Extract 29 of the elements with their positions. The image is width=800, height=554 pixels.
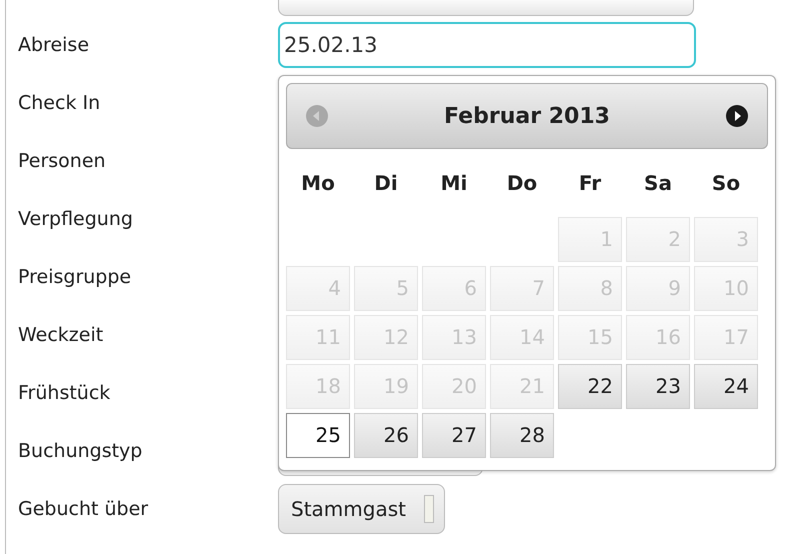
field-label: Frühstück — [17, 380, 112, 406]
calendar-day[interactable]: 23 — [626, 364, 690, 409]
field-label: Gebucht über — [17, 496, 150, 522]
calendar-day[interactable]: 25 — [286, 413, 350, 458]
weekday-label: So — [710, 170, 742, 197]
field-label: Verpflegung — [17, 206, 134, 232]
field-label: Buchungstyp — [17, 438, 144, 464]
weekday-label: Do — [506, 170, 538, 197]
weekday-label: Mi — [440, 170, 468, 197]
calendar-day[interactable]: 24 — [694, 364, 758, 409]
date-field[interactable] — [278, 0, 694, 16]
date-field[interactable]: 25.02.13 — [278, 22, 696, 68]
calendar-day[interactable]: 26 — [354, 413, 418, 458]
field-label: Preisgruppe — [17, 264, 132, 290]
field-label: Abreise — [17, 32, 90, 58]
weekday-label: Sa — [643, 170, 673, 197]
month-title: Februar 2013 — [444, 102, 610, 130]
calendar-day[interactable]: 22 — [558, 364, 622, 409]
weekday-label: Fr — [578, 170, 602, 197]
field-label: Personen — [17, 148, 107, 174]
field-label: Weckzeit — [17, 322, 104, 348]
field-label: Check In — [17, 90, 102, 116]
calendar-day[interactable]: 28 — [490, 413, 554, 458]
dropdown-handle-icon — [424, 495, 434, 523]
weekday-label: Mo — [300, 170, 336, 197]
weekday-label: Di — [373, 170, 399, 197]
select-field[interactable]: Stammgast — [278, 484, 445, 534]
next-month-icon[interactable] — [725, 104, 749, 128]
calendar-day[interactable]: 27 — [422, 413, 486, 458]
